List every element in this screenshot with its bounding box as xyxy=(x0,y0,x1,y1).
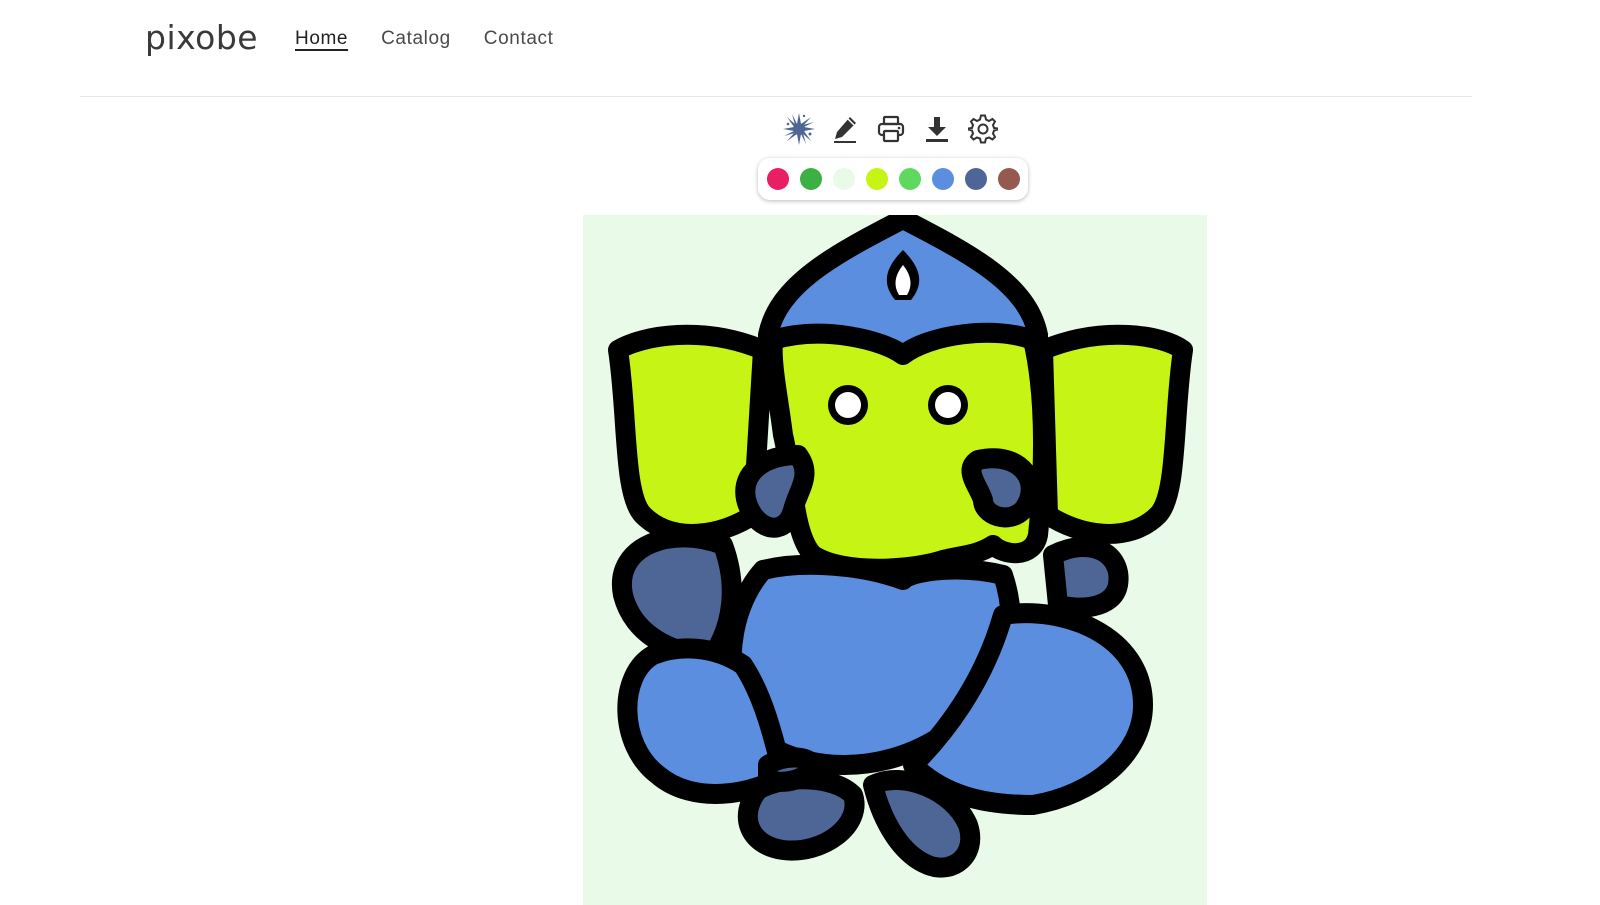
settings-button[interactable] xyxy=(964,110,1002,148)
splash-icon xyxy=(783,113,815,145)
nav-home[interactable]: Home xyxy=(295,28,348,50)
pencil-button[interactable] xyxy=(826,110,864,148)
left-eye-white xyxy=(835,392,861,418)
right-arm xyxy=(1043,536,1129,618)
coloring-toolbar xyxy=(780,110,1002,148)
trunk-left xyxy=(735,445,815,538)
right-foot xyxy=(863,770,981,878)
download-icon xyxy=(926,117,948,142)
print-button[interactable] xyxy=(872,110,910,148)
coloring-canvas[interactable] xyxy=(583,215,1207,905)
right-ear xyxy=(1033,324,1193,544)
site-logo[interactable]: pixobe xyxy=(145,18,258,57)
print-icon xyxy=(877,115,905,143)
gear-icon xyxy=(968,114,998,144)
color-swatch[interactable] xyxy=(931,168,954,190)
left-arm xyxy=(611,527,742,665)
site-header: pixobe Home Catalog Contact xyxy=(80,0,1472,97)
color-swatch[interactable] xyxy=(799,168,822,190)
color-swatch[interactable] xyxy=(964,168,987,190)
color-swatch[interactable] xyxy=(766,168,789,190)
color-swatch[interactable] xyxy=(997,168,1020,190)
small-foot xyxy=(758,747,823,792)
nav-catalog[interactable]: Catalog xyxy=(381,28,451,50)
download-button[interactable] xyxy=(918,110,956,148)
color-palette xyxy=(758,158,1028,200)
left-foot xyxy=(737,769,865,861)
color-swatch[interactable] xyxy=(832,168,855,190)
pencil-icon xyxy=(834,117,856,143)
color-swatch[interactable] xyxy=(898,168,921,190)
nav-contact[interactable]: Contact xyxy=(484,28,554,50)
main-nav: Home Catalog Contact xyxy=(295,28,553,50)
splash-fill-button[interactable] xyxy=(780,110,818,148)
trunk-right xyxy=(961,448,1041,528)
right-eye-white xyxy=(935,392,961,418)
color-swatch[interactable] xyxy=(865,168,888,190)
ganesha-drawing xyxy=(608,215,1193,878)
